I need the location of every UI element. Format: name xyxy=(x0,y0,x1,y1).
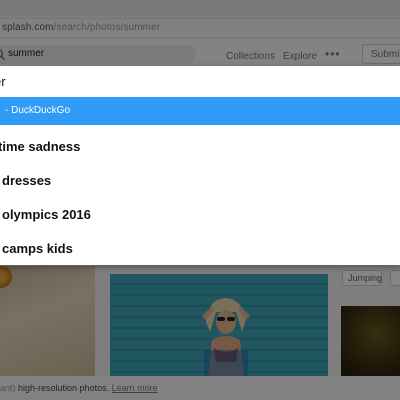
suggestion-dropdown: er - DuckDuckGo time sadness dresses oly… xyxy=(0,66,400,265)
suggestion-item[interactable]: olympics 2016 xyxy=(2,207,91,222)
suggestion-query[interactable]: er xyxy=(0,74,6,89)
suggestion-item[interactable]: camps kids xyxy=(2,241,73,256)
search-engine-option[interactable]: - DuckDuckGo xyxy=(0,97,400,125)
search-engine-label: - DuckDuckGo xyxy=(5,105,71,116)
suggestion-item[interactable]: dresses xyxy=(2,173,51,188)
suggestion-item[interactable]: time sadness xyxy=(0,139,80,154)
